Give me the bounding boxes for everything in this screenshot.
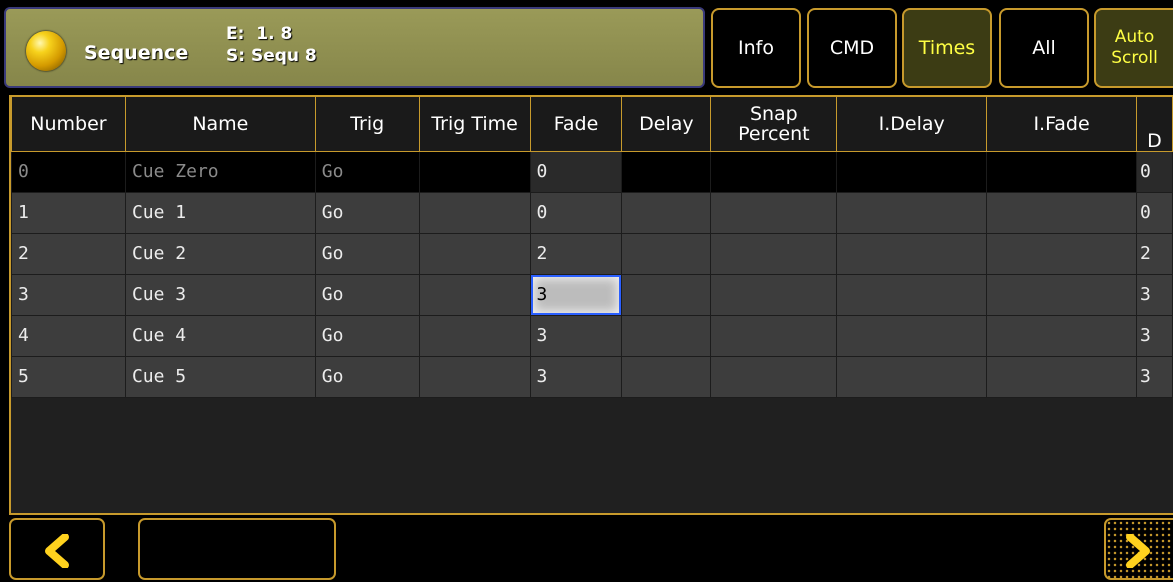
table-cell[interactable]: [710, 191, 838, 234]
table-cell[interactable]: 4: [11, 314, 126, 357]
table-cell[interactable]: [418, 273, 531, 316]
table-cell[interactable]: [418, 150, 531, 193]
scroll-thumb[interactable]: [138, 518, 336, 580]
info-button[interactable]: Info: [711, 8, 801, 88]
all-button[interactable]: All: [999, 8, 1089, 88]
table-cell[interactable]: Go: [314, 355, 420, 398]
table-cell[interactable]: Cue 4: [124, 314, 316, 357]
table-cell[interactable]: 0: [529, 150, 623, 193]
horizontal-scroll-bar: [9, 518, 1173, 582]
table-cell[interactable]: Cue 5: [124, 355, 316, 398]
table-cell[interactable]: Go: [314, 314, 420, 357]
table-cell[interactable]: 3: [1135, 273, 1173, 316]
table-cell[interactable]: [710, 273, 838, 316]
table-cell[interactable]: [986, 314, 1137, 357]
table-cell[interactable]: [986, 355, 1137, 398]
table-cell[interactable]: Go: [314, 191, 420, 234]
table-cell[interactable]: [621, 314, 712, 357]
table-cell[interactable]: 3: [529, 314, 623, 357]
table-cell[interactable]: 5: [11, 355, 126, 398]
table-cell[interactable]: 2: [529, 232, 623, 275]
table-cell[interactable]: [418, 232, 531, 275]
column-header[interactable]: Fade: [529, 97, 623, 152]
table-cell[interactable]: [836, 314, 988, 357]
window-title: Sequence: [84, 42, 189, 64]
table-cell[interactable]: Cue 2: [124, 232, 316, 275]
table-cell[interactable]: 3: [1135, 355, 1173, 398]
table-cell[interactable]: [836, 191, 988, 234]
table-cell[interactable]: 0: [11, 150, 126, 193]
table-cell[interactable]: [418, 314, 531, 357]
table-cell[interactable]: [710, 314, 838, 357]
cmd-button[interactable]: CMD: [807, 8, 897, 88]
column-header[interactable]: Name: [124, 97, 316, 152]
chevron-left-icon: [45, 534, 69, 568]
table-cell[interactable]: [986, 232, 1137, 275]
sequence-ball-icon: [26, 31, 66, 71]
table-cell[interactable]: 0: [1135, 191, 1173, 234]
table-cell[interactable]: [710, 232, 838, 275]
table-cell[interactable]: 2: [11, 232, 126, 275]
cue-table: Number Name Trig Trig Time Fade Delay Sn…: [11, 97, 1173, 398]
column-header[interactable]: I.Fade: [986, 97, 1137, 152]
column-header[interactable]: Trig: [314, 97, 420, 152]
table-row[interactable]: 0 Cue Zero Go 0 0: [11, 150, 1173, 193]
table-cell[interactable]: [986, 150, 1137, 193]
table-cell[interactable]: [836, 232, 988, 275]
table-cell[interactable]: Go: [314, 232, 420, 275]
table-cell[interactable]: 2: [1135, 232, 1173, 275]
table-cell[interactable]: 0: [1135, 150, 1173, 193]
times-button[interactable]: Times: [902, 8, 992, 88]
sequence-info: E: 1. 8 S: Sequ 8: [226, 23, 317, 67]
table-cell[interactable]: Go: [314, 150, 420, 193]
selected-table-cell[interactable]: 3: [529, 273, 623, 316]
table-cell[interactable]: [621, 191, 712, 234]
table-cell[interactable]: [710, 355, 838, 398]
table-cell[interactable]: Go: [314, 273, 420, 316]
table-row[interactable]: 3 Cue 3 Go 3 3: [11, 273, 1173, 316]
sequence-title-bar[interactable]: Sequence E: 1. 8 S: Sequ 8: [4, 7, 705, 88]
column-header[interactable]: Delay: [621, 97, 712, 152]
column-header[interactable]: Trig Time: [418, 97, 531, 152]
table-row[interactable]: 5 Cue 5 Go 3 3: [11, 355, 1173, 398]
table-cell[interactable]: [621, 150, 712, 193]
table-cell[interactable]: [986, 191, 1137, 234]
table-row[interactable]: 2 Cue 2 Go 2 2: [11, 232, 1173, 275]
column-header[interactable]: Snap Percent: [710, 97, 838, 152]
table-cell[interactable]: 0: [529, 191, 623, 234]
table-cell[interactable]: [836, 355, 988, 398]
column-header[interactable]: Number: [11, 97, 126, 152]
table-header-row: Number Name Trig Trig Time Fade Delay Sn…: [11, 97, 1173, 152]
table-row[interactable]: 1 Cue 1 Go 0 0: [11, 191, 1173, 234]
column-header[interactable]: I.Delay: [836, 97, 988, 152]
table-cell[interactable]: [710, 150, 838, 193]
table-cell[interactable]: [621, 232, 712, 275]
table-cell[interactable]: 3: [1135, 314, 1173, 357]
cue-table-container[interactable]: Number Name Trig Trig Time Fade Delay Sn…: [9, 95, 1173, 515]
sequence-line: S: Sequ 8: [226, 46, 317, 66]
column-header[interactable]: D: [1135, 97, 1173, 152]
chevron-right-icon: [1126, 534, 1150, 568]
table-cell[interactable]: 3: [529, 355, 623, 398]
table-row[interactable]: 4 Cue 4 Go 3 3: [11, 314, 1173, 357]
table-cell[interactable]: [621, 355, 712, 398]
table-cell[interactable]: [418, 355, 531, 398]
table-cell[interactable]: 1: [11, 191, 126, 234]
table-cell[interactable]: [836, 150, 988, 193]
auto-scroll-button[interactable]: Auto Scroll: [1094, 8, 1173, 88]
table-cell[interactable]: [418, 191, 531, 234]
table-cell[interactable]: Cue Zero: [124, 150, 316, 193]
table-cell[interactable]: 3: [11, 273, 126, 316]
table-cell[interactable]: Cue 1: [124, 191, 316, 234]
table-cell[interactable]: [621, 273, 712, 316]
table-cell[interactable]: [836, 273, 988, 316]
scroll-left-button[interactable]: [9, 518, 105, 580]
executor-line: E: 1. 8: [226, 24, 293, 44]
table-cell[interactable]: [986, 273, 1137, 316]
table-cell[interactable]: Cue 3: [124, 273, 316, 316]
scroll-right-button[interactable]: [1104, 518, 1173, 580]
